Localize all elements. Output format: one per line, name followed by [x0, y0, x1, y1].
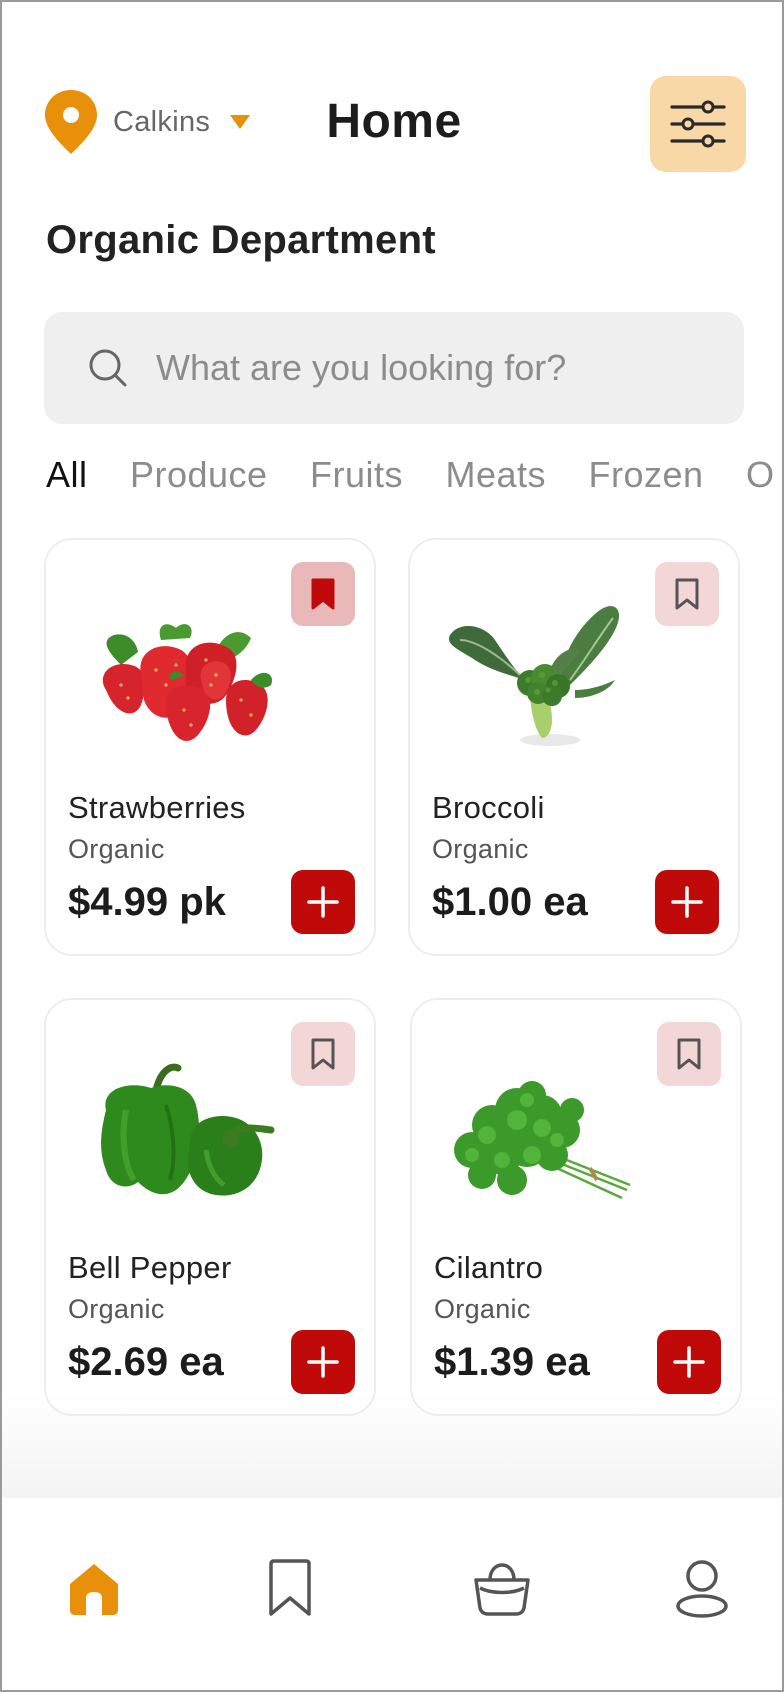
sliders-icon [670, 100, 726, 148]
category-tabs: All Produce Fruits Meats Frozen O [46, 454, 782, 510]
product-subtitle: Organic [434, 1294, 531, 1324]
product-card-cilantro[interactable]: Cilantro Organic $1.39 ea [410, 998, 742, 1416]
product-price: $4.99 pk [68, 880, 226, 924]
bookmark-button[interactable] [657, 1022, 721, 1086]
plus-icon [673, 1346, 705, 1378]
product-name: Broccoli [432, 790, 545, 825]
tab-frozen[interactable]: Frozen [588, 454, 703, 496]
product-price: $1.00 ea [432, 880, 588, 924]
product-price: $1.39 ea [434, 1340, 590, 1384]
product-card-broccoli[interactable]: Broccoli Organic $1.00 ea [408, 538, 740, 956]
cilantro-image [454, 1081, 631, 1200]
tab-meats[interactable]: Meats [445, 454, 546, 496]
department-heading: Organic Department [46, 218, 436, 262]
bookmark-button[interactable] [291, 1022, 355, 1086]
tab-partial[interactable]: O [746, 454, 775, 496]
bottom-nav [2, 1498, 782, 1690]
strawberries-image [102, 624, 272, 742]
search-input[interactable] [156, 347, 716, 389]
bookmark-filled-icon [311, 578, 335, 610]
basket-icon [474, 1563, 530, 1616]
home-icon [70, 1564, 118, 1615]
filter-button[interactable] [650, 76, 746, 172]
bookmark-icon [675, 578, 699, 610]
nav-profile[interactable] [670, 1556, 734, 1620]
nav-saved[interactable] [258, 1556, 322, 1620]
product-subtitle: Organic [68, 834, 165, 864]
add-to-cart-button[interactable] [657, 1330, 721, 1394]
product-price: $2.69 ea [68, 1340, 224, 1384]
plus-icon [307, 886, 339, 918]
product-card-strawberries[interactable]: Strawberries Organic $4.99 pk [44, 538, 376, 956]
bookmark-button[interactable] [291, 562, 355, 626]
add-to-cart-button[interactable] [291, 870, 355, 934]
search-icon [89, 349, 127, 387]
product-subtitle: Organic [68, 1294, 165, 1324]
nav-basket[interactable] [470, 1556, 534, 1620]
tab-all[interactable]: All [46, 454, 88, 496]
bookmark-button[interactable] [655, 562, 719, 626]
product-card-bell-pepper[interactable]: Bell Pepper Organic $2.69 ea [44, 998, 376, 1416]
app-screen: Calkins Home Organic Department All Pro [0, 0, 784, 1692]
search-bar[interactable] [44, 312, 744, 424]
nav-shadow [2, 1392, 782, 1502]
bookmark-icon [269, 1559, 311, 1616]
product-name: Strawberries [68, 790, 246, 825]
product-name: Cilantro [434, 1250, 544, 1285]
plus-icon [307, 1346, 339, 1378]
tab-fruits[interactable]: Fruits [310, 454, 403, 496]
product-name: Bell Pepper [68, 1250, 232, 1285]
nav-home[interactable] [62, 1556, 126, 1620]
broccoli-image [449, 606, 620, 746]
plus-icon [671, 886, 703, 918]
bell-pepper-image [101, 1063, 275, 1196]
profile-icon [676, 1560, 728, 1618]
bookmark-icon [677, 1038, 701, 1070]
add-to-cart-button[interactable] [291, 1330, 355, 1394]
bookmark-icon [311, 1038, 335, 1070]
product-subtitle: Organic [432, 834, 529, 864]
add-to-cart-button[interactable] [655, 870, 719, 934]
tab-produce[interactable]: Produce [130, 454, 268, 496]
